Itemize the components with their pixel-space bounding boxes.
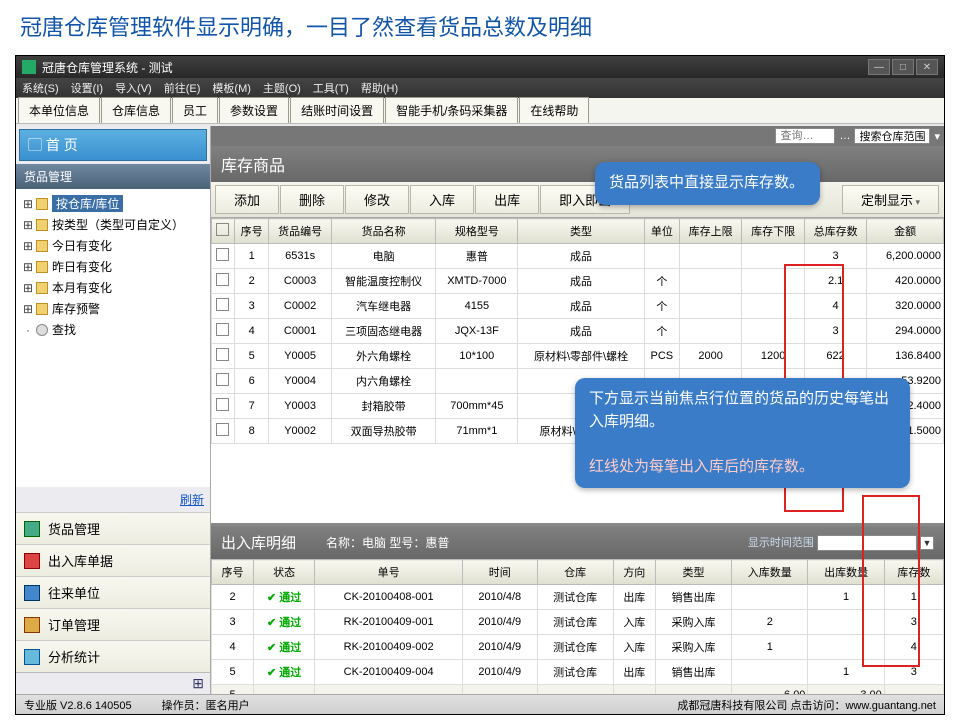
minimize-button[interactable]: —	[868, 59, 890, 75]
close-button[interactable]: ✕	[916, 59, 938, 75]
sidebar-nav-button[interactable]: 货品管理	[16, 512, 210, 544]
table-row[interactable]: 16531s电脑惠普成品36,200.0000	[212, 244, 944, 269]
time-range-input[interactable]	[817, 535, 917, 551]
in-button[interactable]: 入库	[410, 185, 474, 214]
col-header[interactable]: 总库存数	[804, 219, 866, 244]
detail-header: 出入库明细 名称：电脑 型号：惠普 显示时间范围 ▼	[211, 526, 944, 559]
inventory-toolbar: 添加 删除 修改 入库 出库 即入即出 定制显示	[211, 182, 944, 218]
col-header[interactable]: 单位	[644, 219, 679, 244]
menubar[interactable]: 系统(S) 设置(I) 导入(V) 前往(E) 模板(M) 主题(O) 工具(T…	[16, 78, 944, 98]
tree-item[interactable]: ⊞昨日有变化	[18, 256, 208, 277]
col-header[interactable]: 单号	[315, 560, 463, 585]
table-row[interactable]: 4C0001三项固态继电器JQX-13F成品个3294.0000	[212, 319, 944, 344]
col-header[interactable]: 库存数	[884, 560, 943, 585]
status-company: 成都冠唐科技有限公司 点击访问：www.guantang.net	[677, 697, 936, 713]
table-row[interactable]: 3C0002汽车继电器4155成品个4320.0000	[212, 294, 944, 319]
sidebar: ▢ 首 页 货品管理 ⊞按仓库/库位⊞按类型（类型可自定义）⊞今日有变化⊞昨日有…	[16, 126, 211, 694]
table-row[interactable]: 5通过CK-20100409-0042010/4/9测试仓库出库销售出库13	[212, 660, 944, 685]
tree-item[interactable]: ⊞库存预警	[18, 298, 208, 319]
app-icon	[22, 60, 36, 74]
time-range-label: 显示时间范围	[748, 537, 814, 549]
status-version: 专业版 V2.8.6 140505	[24, 697, 132, 713]
status-operator: 操作员：匿名用户	[162, 697, 250, 713]
sidebar-tree[interactable]: ⊞按仓库/库位⊞按类型（类型可自定义）⊞今日有变化⊞昨日有变化⊞本月有变化⊞库存…	[16, 189, 210, 487]
search-bar: … 搜索仓库范围 ▾	[211, 126, 944, 146]
col-header[interactable]: 状态	[254, 560, 315, 585]
table-row[interactable]: 2C0003智能温度控制仪XMTD-7000成品个2.1420.0000	[212, 269, 944, 294]
edit-button[interactable]: 修改	[345, 185, 409, 214]
menu-theme[interactable]: 主题(O)	[263, 80, 301, 96]
col-header[interactable]: 货品名称	[331, 219, 436, 244]
table-row[interactable]: 4通过RK-20100409-0022010/4/9测试仓库入库采购入库14	[212, 635, 944, 660]
tab-params[interactable]: 参数设置	[219, 97, 289, 123]
col-header[interactable]	[212, 219, 235, 244]
refresh-link[interactable]: 刷新	[16, 487, 210, 512]
statusbar: 专业版 V2.8.6 140505 操作员：匿名用户 成都冠唐科技有限公司 点击…	[16, 694, 944, 714]
callout-stock-column: 货品列表中直接显示库存数。	[595, 162, 820, 205]
tab-staff[interactable]: 员工	[172, 97, 218, 123]
page-heading: 冠唐仓库管理软件显示明确，一目了然查看货品总数及明细	[0, 0, 960, 50]
table-row[interactable]: 2通过CK-20100408-0012010/4/8测试仓库出库销售出库11	[212, 585, 944, 610]
search-input[interactable]	[775, 128, 835, 144]
col-header[interactable]: 金额	[867, 219, 944, 244]
detail-area: 出入库明细 名称：电脑 型号：惠普 显示时间范围 ▼ 序号状态单号时间仓库方向类…	[211, 523, 944, 694]
col-header[interactable]: 序号	[234, 219, 268, 244]
sidebar-nav-button[interactable]: 出入库单据	[16, 544, 210, 576]
tree-item[interactable]: ⊞按类型（类型可自定义）	[18, 214, 208, 235]
col-header[interactable]: 方向	[613, 560, 655, 585]
menu-template[interactable]: 模板(M)	[212, 80, 251, 96]
col-header[interactable]: 仓库	[537, 560, 613, 585]
tab-closetime[interactable]: 结账时间设置	[290, 97, 384, 123]
tree-item[interactable]: ⊞按仓库/库位	[18, 193, 208, 214]
sidebar-nav-button[interactable]: 往来单位	[16, 576, 210, 608]
col-header[interactable]: 时间	[463, 560, 537, 585]
out-button[interactable]: 出库	[475, 185, 539, 214]
callout-detail: 下方显示当前焦点行位置的货品的历史每笔出入库明细。 红线处为每笔出入库后的库存数…	[575, 378, 910, 488]
search-scope-select[interactable]: 搜索仓库范围	[854, 128, 930, 144]
detail-name-label: 名称：电脑 型号：惠普	[326, 534, 449, 551]
menu-goto[interactable]: 前往(E)	[164, 80, 201, 96]
sidebar-footer-icon[interactable]: ⊞	[16, 672, 210, 694]
col-header[interactable]: 出库数量	[808, 560, 884, 585]
col-header[interactable]: 库存下限	[742, 219, 804, 244]
col-header[interactable]: 序号	[212, 560, 254, 585]
col-header[interactable]: 类型	[518, 219, 644, 244]
detail-dropdown[interactable]: ▼	[920, 536, 934, 550]
titlebar: 冠唐仓库管理系统 - 测试 — □ ✕	[16, 56, 944, 78]
menu-help[interactable]: 帮助(H)	[361, 80, 398, 96]
add-button[interactable]: 添加	[215, 185, 279, 214]
col-header[interactable]: 类型	[655, 560, 731, 585]
tab-onlinehelp[interactable]: 在线帮助	[519, 97, 589, 123]
col-header[interactable]: 库存上限	[679, 219, 741, 244]
menu-settings[interactable]: 设置(I)	[71, 80, 103, 96]
tree-item[interactable]: ⊞今日有变化	[18, 235, 208, 256]
sidebar-nav-button[interactable]: 订单管理	[16, 608, 210, 640]
window-title: 冠唐仓库管理系统 - 测试	[42, 59, 173, 76]
tree-item[interactable]: ·查找	[18, 319, 208, 340]
tabbar: 本单位信息 仓库信息 员工 参数设置 结账时间设置 智能手机/条码采集器 在线帮…	[16, 98, 944, 124]
col-header[interactable]: 规格型号	[436, 219, 518, 244]
detail-grid[interactable]: 序号状态单号时间仓库方向类型入库数量出库数量库存数2通过CK-20100408-…	[211, 559, 944, 694]
menu-tools[interactable]: 工具(T)	[313, 80, 349, 96]
tab-warehouse[interactable]: 仓库信息	[101, 97, 171, 123]
maximize-button[interactable]: □	[892, 59, 914, 75]
custom-display-button[interactable]: 定制显示	[842, 185, 939, 214]
col-header[interactable]: 货品编号	[269, 219, 331, 244]
table-row[interactable]: 3通过RK-20100409-0012010/4/9测试仓库入库采购入库23	[212, 610, 944, 635]
tab-company[interactable]: 本单位信息	[18, 97, 100, 123]
tree-item[interactable]: ⊞本月有变化	[18, 277, 208, 298]
col-header[interactable]: 入库数量	[732, 560, 808, 585]
menu-import[interactable]: 导入(V)	[115, 80, 152, 96]
delete-button[interactable]: 删除	[280, 185, 344, 214]
inventory-header: 库存商品	[211, 146, 944, 182]
table-row[interactable]: 5Y0005外六角螺栓10*100原材料\零部件\螺栓PCS2000120062…	[212, 344, 944, 369]
menu-system[interactable]: 系统(S)	[22, 80, 59, 96]
sidebar-section-title: 货品管理	[16, 164, 210, 189]
tab-barcode[interactable]: 智能手机/条码采集器	[385, 97, 518, 123]
home-button[interactable]: ▢ 首 页	[19, 129, 207, 161]
sidebar-nav-button[interactable]: 分析统计	[16, 640, 210, 672]
